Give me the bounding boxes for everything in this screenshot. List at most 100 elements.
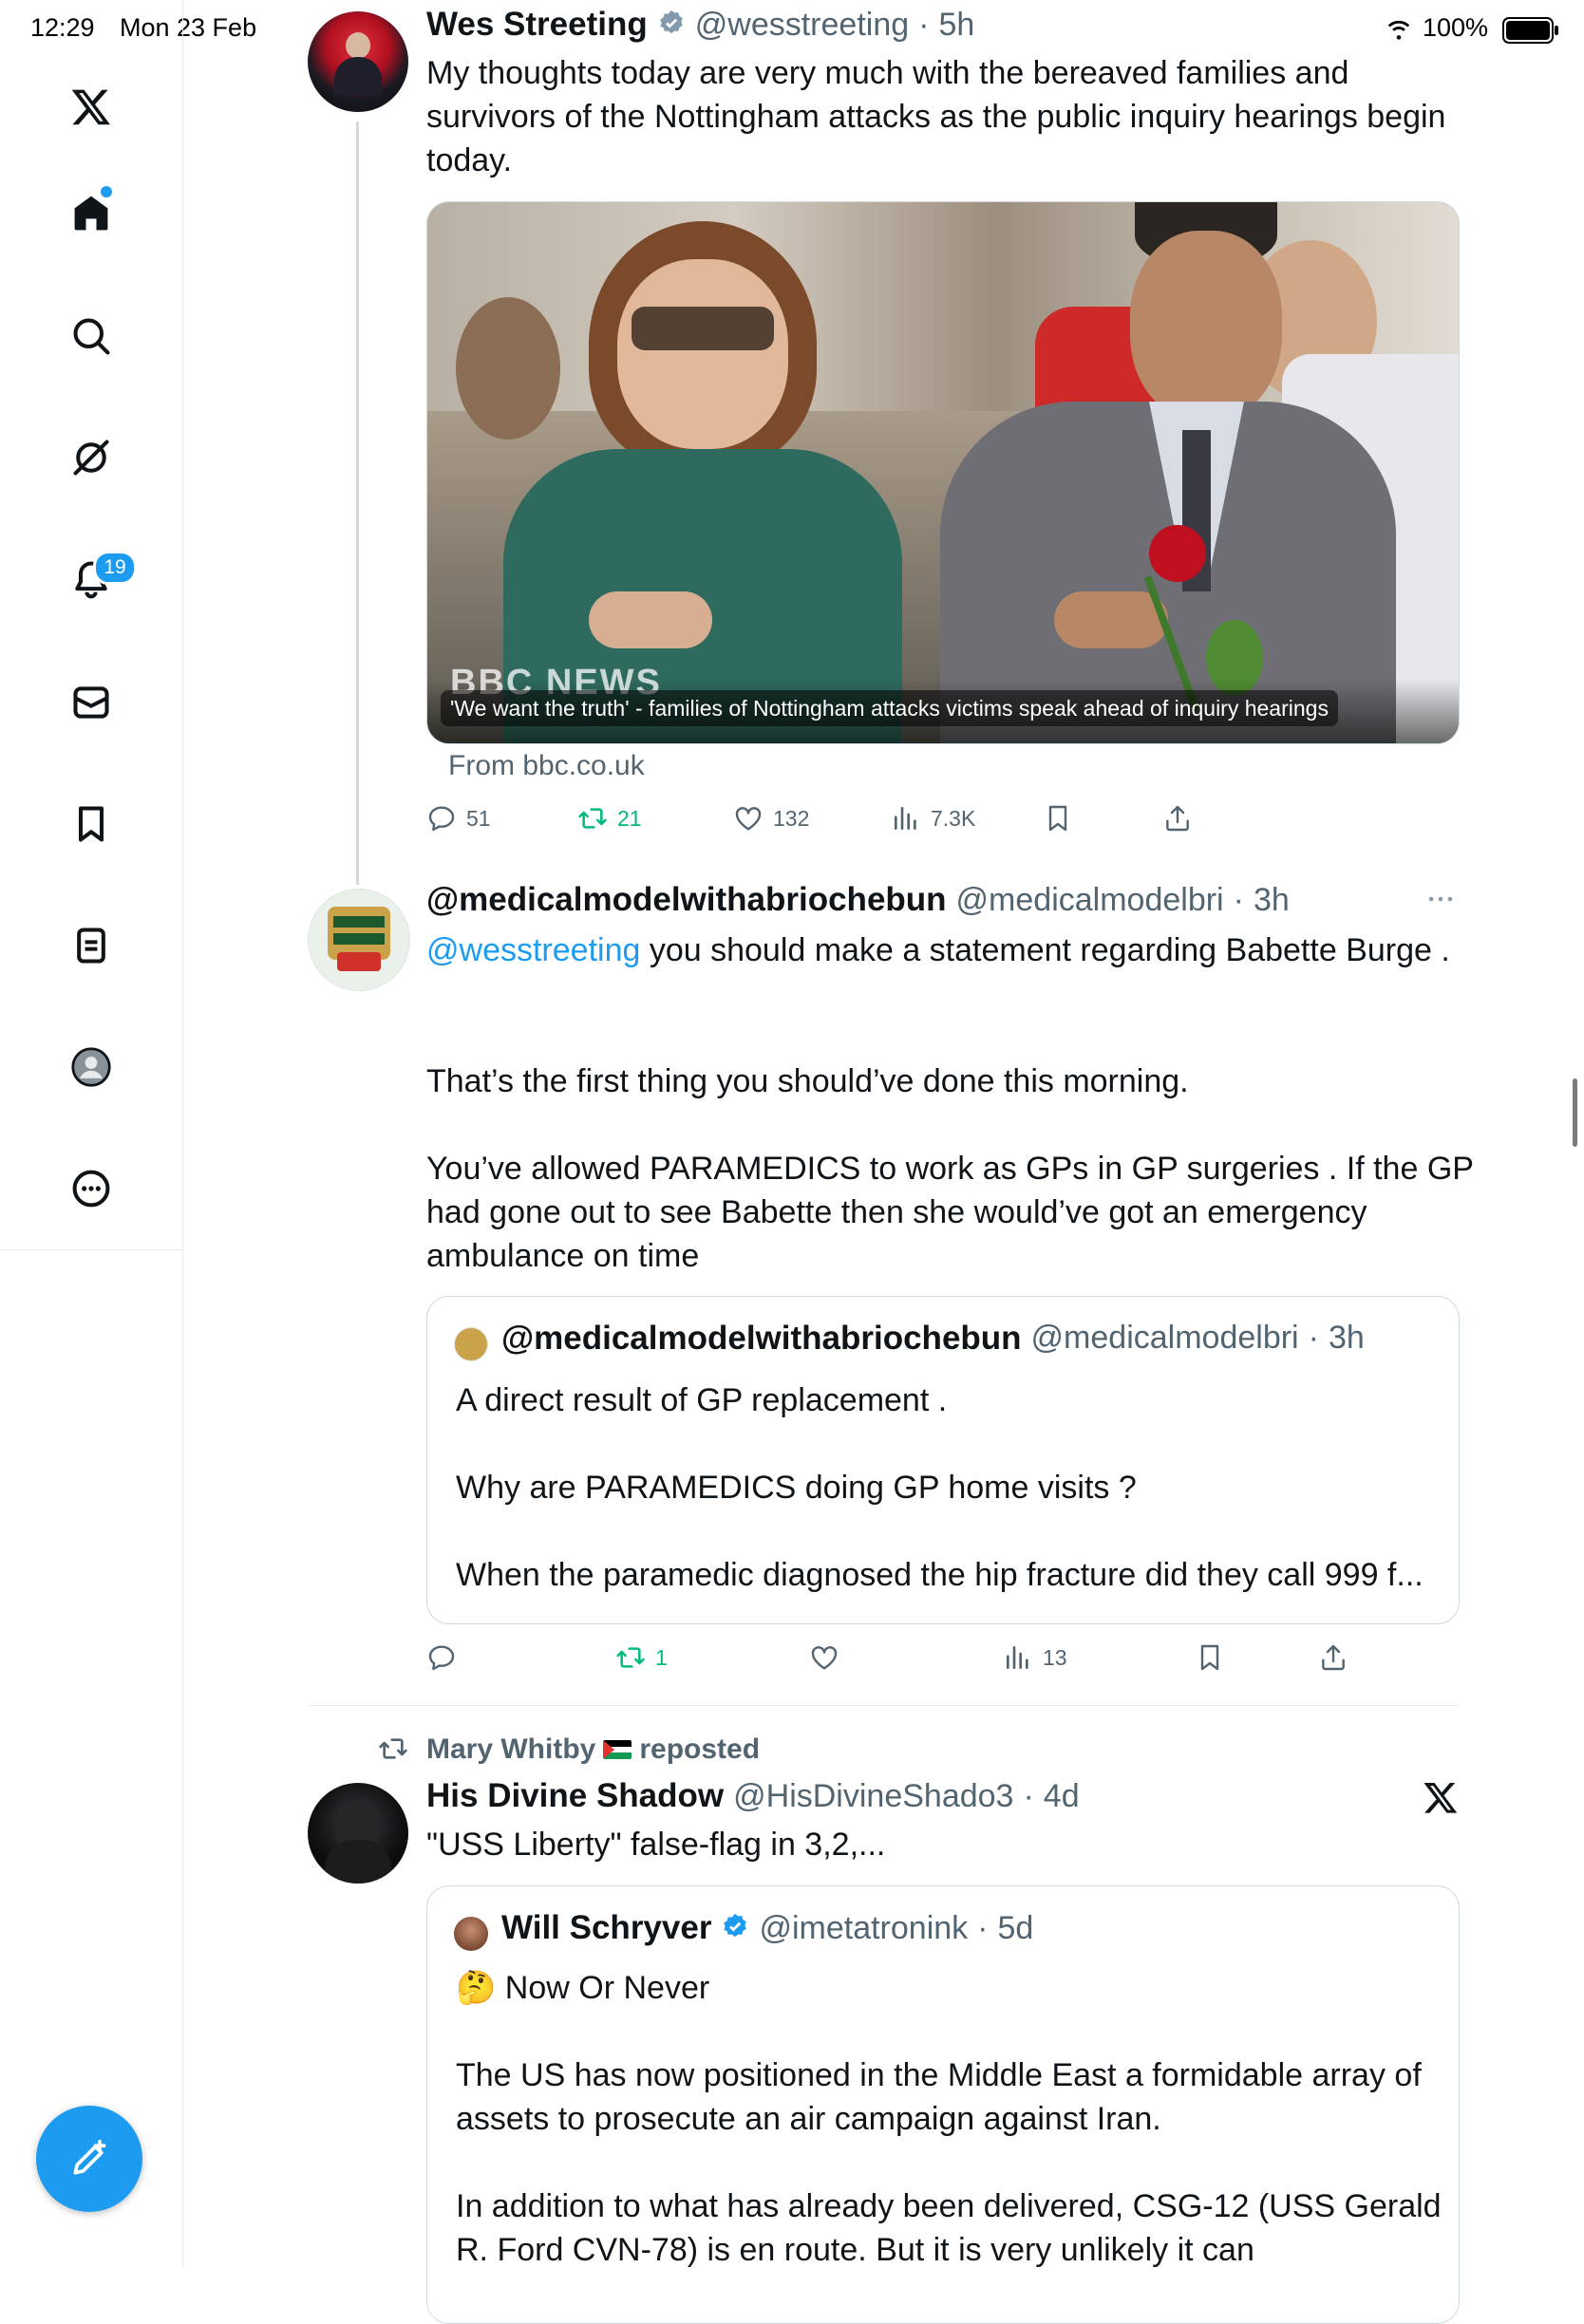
bookmark-button[interactable] xyxy=(1195,1642,1225,1673)
repost-button[interactable]: 1 xyxy=(615,1642,668,1673)
quote-headline: Now Or Never xyxy=(504,1970,710,2006)
thinking-face-emoji: 🤔 xyxy=(456,1970,497,2006)
dot-separator: · xyxy=(977,1909,989,1946)
views-count: 13 xyxy=(1043,1644,1067,1670)
share-button[interactable] xyxy=(1318,1642,1348,1673)
tweet-text: "USS Liberty" false-flag in 3,2,... xyxy=(426,1827,886,1863)
battery-icon xyxy=(1502,17,1558,44)
quote-avatar xyxy=(454,1917,488,1951)
tweet-time[interactable]: 3h xyxy=(1254,882,1290,919)
tweet-header: His Divine Shadow @HisDivineShado3 · 4d xyxy=(426,1777,1080,1815)
reply-icon xyxy=(428,806,455,832)
quote-text: A direct result of GP replacement . Why … xyxy=(456,1382,1424,1593)
lists-icon[interactable] xyxy=(68,923,114,968)
quote-header: @medicalmodelwithabriochebun @medicalmod… xyxy=(501,1320,1365,1358)
dot-separator: · xyxy=(1308,1320,1319,1356)
share-icon xyxy=(1166,805,1189,832)
tweet-text-body: That’s the first thing you should’ve don… xyxy=(426,1063,1474,1274)
more-options-icon[interactable] xyxy=(68,1166,114,1211)
x-logo-icon[interactable] xyxy=(68,84,114,129)
avatar[interactable] xyxy=(308,1783,408,1884)
messages-icon[interactable] xyxy=(68,680,114,725)
tweet-header: @medicalmodelwithabriochebun @medicalmod… xyxy=(426,881,1290,919)
repost-icon xyxy=(578,808,607,829)
reply-button[interactable] xyxy=(426,1642,457,1673)
grok-icon[interactable] xyxy=(68,435,114,480)
tweet-time[interactable]: 4d xyxy=(1044,1778,1080,1815)
author-handle[interactable]: @medicalmodelbri xyxy=(956,882,1224,919)
tweet-divider xyxy=(308,1705,1459,1706)
quote-avatar xyxy=(454,1327,488,1361)
repost-count: 1 xyxy=(655,1644,668,1670)
dot-separator: · xyxy=(1233,881,1244,918)
reply-button[interactable]: 51 xyxy=(426,803,491,834)
heart-icon xyxy=(811,1646,838,1670)
dot-separator: · xyxy=(1023,1777,1034,1814)
palestine-flag-icon xyxy=(603,1740,632,1759)
tweet-text: My thoughts today are very much with the… xyxy=(426,55,1455,178)
avatar[interactable] xyxy=(308,889,410,991)
verified-badge-icon xyxy=(721,1912,749,1945)
bookmark-icon xyxy=(1048,805,1067,832)
scrollbar-thumb[interactable] xyxy=(1573,1078,1577,1147)
share-icon xyxy=(1322,1644,1345,1671)
thread-line xyxy=(356,122,359,885)
tweet-text-intro: you should make a statement regarding Ba… xyxy=(640,932,1450,968)
views-button[interactable]: 13 xyxy=(1003,1642,1067,1673)
compose-post-button[interactable] xyxy=(36,2106,142,2212)
share-button[interactable] xyxy=(1162,803,1193,834)
bookmark-button[interactable] xyxy=(1043,803,1073,834)
tweet-time[interactable]: 5h xyxy=(938,7,974,44)
link-card-title: 'We want the truth' - families of Nottin… xyxy=(441,690,1338,726)
author-handle[interactable]: @wesstreeting xyxy=(695,7,909,44)
home-unread-dot xyxy=(101,186,112,197)
tweet-text: @wesstreeting you should make a statemen… xyxy=(426,928,1480,972)
repost-button[interactable]: 21 xyxy=(577,803,642,834)
author-name[interactable]: Wes Streeting xyxy=(426,6,648,44)
quoted-tweet[interactable]: Will Schryver @imetatronink · 5d 🤔 Now O… xyxy=(426,1885,1460,2324)
reposted-label: reposted xyxy=(639,1734,761,1765)
more-options-icon[interactable] xyxy=(1424,883,1457,920)
like-count: 132 xyxy=(773,805,810,831)
link-card-source[interactable]: From bbc.co.uk xyxy=(448,750,645,782)
reply-icon xyxy=(428,1645,455,1671)
quoted-tweet[interactable]: @medicalmodelwithabriochebun @medicalmod… xyxy=(426,1296,1460,1624)
repost-indicator-icon xyxy=(378,1734,408,1769)
profile-avatar-icon[interactable] xyxy=(68,1044,114,1090)
repost-icon xyxy=(616,1647,645,1668)
search-icon[interactable] xyxy=(68,313,114,359)
dot-separator: · xyxy=(918,6,930,43)
notifications-badge: 19 xyxy=(93,551,137,585)
reposter-name[interactable]: Mary Whitby xyxy=(426,1734,595,1766)
repost-count: 21 xyxy=(617,805,642,831)
views-button[interactable]: 7.3K xyxy=(891,803,975,834)
views-chart-icon xyxy=(895,807,916,830)
quote-author-name: @medicalmodelwithabriochebun xyxy=(501,1320,1022,1357)
verified-badge-icon xyxy=(657,9,686,42)
like-button[interactable] xyxy=(809,1642,839,1673)
author-name[interactable]: His Divine Shadow xyxy=(426,1777,724,1815)
bookmark-icon xyxy=(1200,1644,1219,1671)
link-card-image[interactable]: BBC NEWS 'We want the truth' - families … xyxy=(426,201,1460,744)
repost-attribution[interactable]: Mary Whitby reposted xyxy=(426,1734,760,1766)
like-button[interactable]: 132 xyxy=(733,803,809,834)
quote-text: The US has now positioned in the Middle … xyxy=(456,2057,1442,2268)
heart-icon xyxy=(735,807,762,831)
sidebar: 19 xyxy=(0,0,183,2267)
quote-time: 3h xyxy=(1328,1320,1365,1356)
quote-author-name: Will Schryver xyxy=(501,1909,712,1946)
author-handle[interactable]: @HisDivineShado3 xyxy=(733,1778,1013,1815)
quote-time: 5d xyxy=(997,1909,1034,1946)
reply-count: 51 xyxy=(466,805,491,831)
quote-header: Will Schryver @imetatronink · 5d xyxy=(501,1909,1033,1947)
avatar[interactable] xyxy=(308,11,408,112)
battery-percent: 100% xyxy=(1423,13,1489,42)
author-name[interactable]: @medicalmodelwithabriochebun xyxy=(426,881,947,919)
x-logo-icon xyxy=(1423,1779,1459,1820)
wifi-icon xyxy=(1385,13,1413,47)
sidebar-divider xyxy=(0,1249,182,1250)
quote-handle: @imetatronink xyxy=(759,1909,969,1946)
mention-link[interactable]: @wesstreeting xyxy=(426,932,640,968)
bookmarks-icon[interactable] xyxy=(68,801,114,847)
tweet-header: Wes Streeting @wesstreeting · 5h xyxy=(426,6,974,44)
